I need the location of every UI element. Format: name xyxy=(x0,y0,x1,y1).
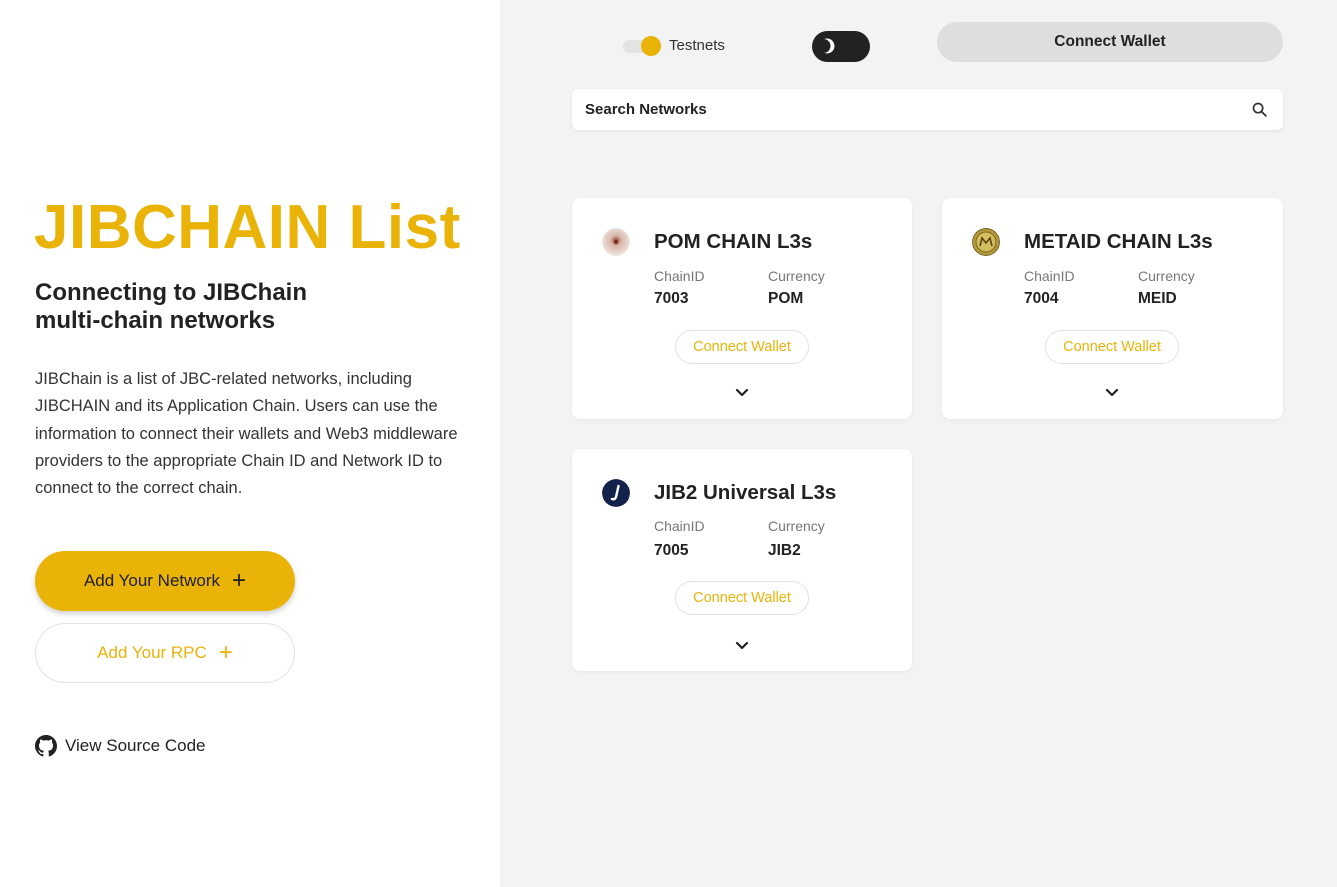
currency-value: POM xyxy=(768,290,804,307)
page-description: JIBChain is a list of JBC-related networ… xyxy=(35,370,458,498)
moon-icon xyxy=(819,38,835,54)
testnets-toggle[interactable] xyxy=(623,35,661,57)
theme-toggle[interactable] xyxy=(812,31,870,62)
card-connect-wallet-button[interactable]: Connect Wallet xyxy=(675,581,809,615)
chainid-value: 7005 xyxy=(654,542,689,559)
jib2-logo-icon xyxy=(602,479,630,507)
testnets-label: Testnets xyxy=(669,37,725,54)
networks-panel xyxy=(500,0,1337,887)
intro-panel: JIBCHAIN List Connecting to JIBChain mul… xyxy=(0,0,500,887)
search-input[interactable] xyxy=(585,89,1235,130)
currency-label: Currency xyxy=(768,518,825,534)
add-rpc-label: Add Your RPC xyxy=(97,643,207,662)
plus-icon: + xyxy=(218,639,233,666)
chainid-label: ChainID xyxy=(654,268,705,284)
network-card: METAID CHAIN L3s ChainID Currency 7004 M… xyxy=(942,198,1283,419)
chevron-down-icon[interactable] xyxy=(735,388,749,398)
metaid-chain-logo-icon xyxy=(972,228,1000,256)
network-card: JIB2 Universal L3s ChainID Currency 7005… xyxy=(572,449,912,671)
search-bar xyxy=(572,89,1283,130)
currency-value: JIB2 xyxy=(768,542,801,559)
network-name: JIB2 Universal L3s xyxy=(654,481,837,504)
card-connect-wallet-button[interactable]: Connect Wallet xyxy=(675,330,809,364)
network-name: POM CHAIN L3s xyxy=(654,230,813,253)
card-connect-wallet-button[interactable]: Connect Wallet xyxy=(1045,330,1179,364)
page-title: JIBCHAIN List xyxy=(34,193,461,262)
search-icon[interactable] xyxy=(1251,101,1268,118)
chainid-label: ChainID xyxy=(654,518,705,534)
connect-wallet-button[interactable]: Connect Wallet xyxy=(937,22,1283,62)
add-network-button[interactable]: Add Your Network + xyxy=(35,551,295,611)
toggle-knob xyxy=(641,36,661,56)
view-source-label: View Source Code xyxy=(65,736,206,755)
plus-icon: + xyxy=(232,567,247,594)
chainid-value: 7003 xyxy=(654,290,689,307)
add-rpc-button[interactable]: Add Your RPC + xyxy=(35,623,295,683)
network-name: METAID CHAIN L3s xyxy=(1024,230,1213,253)
chevron-down-icon[interactable] xyxy=(1105,388,1119,398)
view-source-link[interactable]: View Source Code xyxy=(35,735,206,757)
pom-chain-logo-icon xyxy=(602,228,630,256)
network-card: POM CHAIN L3s ChainID Currency 7003 POM … xyxy=(572,198,912,419)
page-subtitle: Connecting to JIBChain multi-chain netwo… xyxy=(35,279,307,334)
currency-label: Currency xyxy=(1138,268,1195,284)
add-network-label: Add Your Network xyxy=(83,571,221,590)
currency-value: MEID xyxy=(1138,290,1177,307)
chevron-down-icon[interactable] xyxy=(735,641,749,651)
chainid-label: ChainID xyxy=(1024,268,1075,284)
github-icon xyxy=(35,735,57,757)
currency-label: Currency xyxy=(768,268,825,284)
chainid-value: 7004 xyxy=(1024,290,1059,307)
